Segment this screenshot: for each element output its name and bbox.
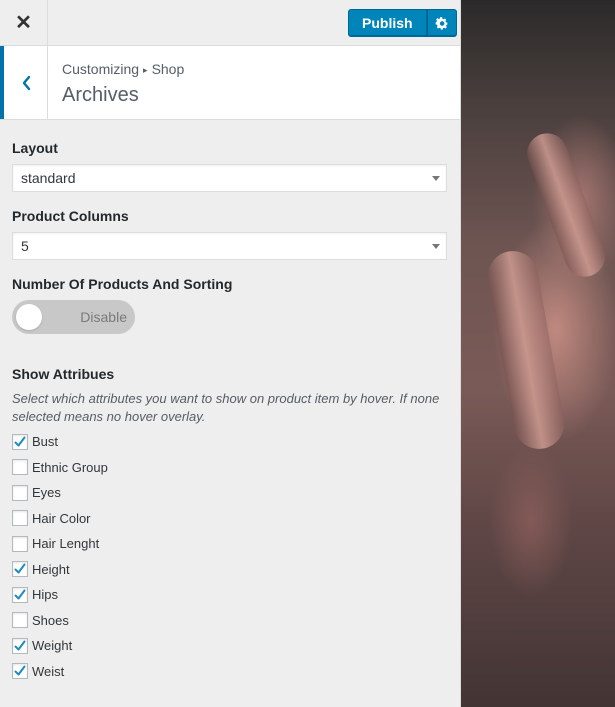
product-columns-select[interactable]: 5	[12, 232, 447, 260]
attribute-option[interactable]: Weight	[12, 633, 448, 659]
close-icon: ✕	[15, 12, 32, 34]
breadcrumb: Customizing ▸ Shop	[62, 61, 184, 77]
toggle-state-label: Disable	[80, 309, 127, 325]
checkmark-icon	[14, 589, 26, 600]
attribute-option[interactable]: Weist	[12, 659, 448, 685]
back-button[interactable]	[0, 46, 48, 119]
attribute-checkbox-label: Eyes	[32, 485, 61, 501]
attribute-checkbox[interactable]	[12, 561, 28, 578]
breadcrumb-separator: ▸	[143, 65, 148, 75]
attribute-checkbox[interactable]	[12, 535, 28, 552]
attribute-checkbox[interactable]	[12, 433, 28, 450]
attributes-checkbox-list: Bust Ethnic Group Eyes Hair Color Hair Lengh…	[12, 429, 448, 684]
attribute-checkbox[interactable]	[12, 612, 28, 629]
customizer-header-actions: ✕ Publish	[0, 0, 460, 46]
chevron-left-icon	[22, 75, 30, 90]
attribute-checkbox[interactable]	[12, 586, 28, 603]
attribute-checkbox[interactable]	[12, 637, 28, 654]
layout-label: Layout	[12, 140, 58, 156]
attribute-checkbox-label: Weight	[32, 638, 73, 654]
attribute-checkbox-label: Ethnic Group	[32, 459, 108, 475]
checkmark-icon	[14, 436, 26, 447]
attribute-checkbox[interactable]	[12, 510, 28, 527]
sorting-label: Number Of Products And Sorting	[12, 276, 233, 292]
attribute-option[interactable]: Hips	[12, 582, 448, 608]
attribute-checkbox[interactable]	[12, 484, 28, 501]
attribute-checkbox-label: Bust	[32, 434, 59, 450]
chevron-down-icon	[432, 244, 440, 249]
toggle-knob	[16, 304, 42, 330]
attribute-option[interactable]: Ethnic Group	[12, 455, 448, 481]
attribute-checkbox[interactable]	[12, 663, 28, 680]
attribute-option[interactable]: Eyes	[12, 480, 448, 506]
controls-list: Layout standard Product Columns 5 Number…	[0, 140, 460, 684]
close-customizer-button[interactable]: ✕	[0, 0, 48, 45]
product-columns-select-value: 5	[21, 238, 29, 254]
attribute-option[interactable]: Hair Lenght	[12, 531, 448, 557]
breadcrumb-parent: Shop	[151, 61, 185, 77]
preview-image-detail	[521, 127, 611, 283]
attributes-label: Show Attribues	[12, 366, 115, 382]
section-header: Customizing ▸ Shop Archives	[0, 46, 460, 120]
attribute-checkbox-label: Hips	[32, 587, 59, 603]
publish-button[interactable]: Publish	[348, 9, 427, 37]
attribute-option[interactable]: Shoes	[12, 608, 448, 634]
checkmark-icon	[14, 563, 26, 574]
attribute-checkbox-label: Hair Color	[32, 510, 91, 526]
attribute-checkbox-label: Hair Lenght	[32, 536, 100, 552]
attribute-checkbox-label: Shoes	[32, 612, 69, 628]
publish-button-group: Publish	[348, 9, 457, 37]
attributes-description: Select which attributes you want to show…	[12, 391, 440, 424]
customizer-sidebar: ✕ Publish Customizing ▸ Shop Archives Layo…	[0, 0, 461, 707]
layout-select[interactable]: standard	[12, 164, 447, 192]
gear-icon	[435, 16, 449, 30]
attribute-option[interactable]: Bust	[12, 429, 448, 455]
attribute-checkbox-label: Weist	[32, 663, 65, 679]
checkmark-icon	[14, 640, 26, 651]
attribute-option[interactable]: Height	[12, 557, 448, 583]
breadcrumb-root: Customizing	[62, 61, 140, 77]
publish-settings-button[interactable]	[426, 9, 457, 37]
site-preview	[461, 0, 615, 707]
preview-image-detail	[484, 247, 568, 453]
product-columns-label: Product Columns	[12, 208, 129, 224]
page-title: Archives	[62, 84, 139, 106]
sorting-toggle[interactable]: Disable	[12, 300, 135, 334]
attribute-option[interactable]: Hair Color	[12, 506, 448, 532]
attribute-checkbox[interactable]	[12, 459, 28, 476]
layout-select-value: standard	[21, 170, 76, 186]
checkmark-icon	[14, 665, 26, 676]
attribute-checkbox-label: Height	[32, 561, 70, 577]
chevron-down-icon	[432, 176, 440, 181]
